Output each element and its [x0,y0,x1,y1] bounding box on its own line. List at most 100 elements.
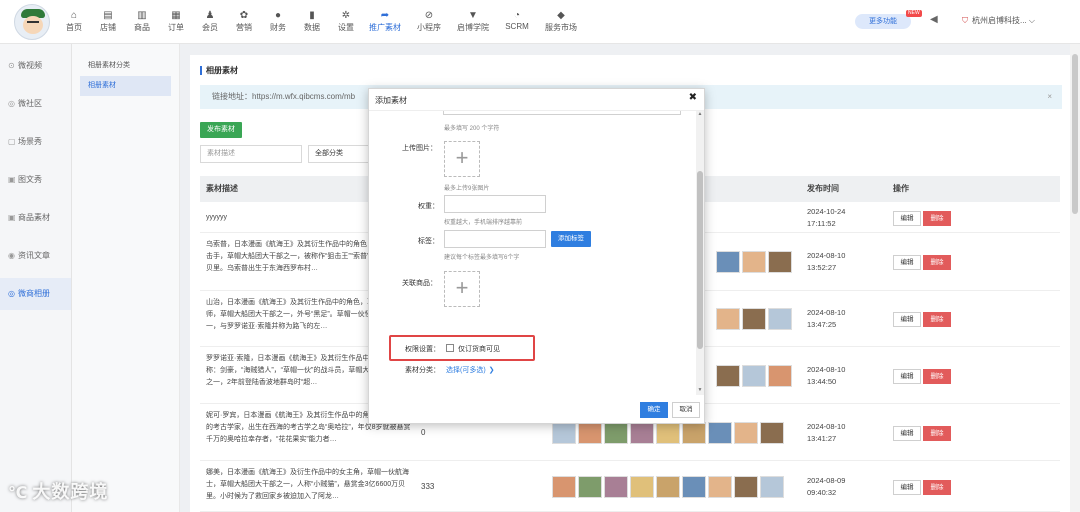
page-scrollbar[interactable] [1070,44,1080,512]
dialog-scroll-thumb[interactable] [697,171,703,349]
nav-item-9[interactable]: ➦ 推广素材 [364,0,406,44]
thumbnail-image[interactable] [768,308,792,330]
nav-item-12[interactable]: ◔ SCRM [496,0,538,44]
confirm-button[interactable]: 确定 [640,402,668,418]
nav-item-5[interactable]: ✿ 营销 [228,0,260,44]
sidebar-item-0[interactable]: ⊙ 微视频 [0,50,71,82]
permission-option-label[interactable]: 仅订货商可见 [458,346,500,353]
thumbnail-image[interactable] [578,422,602,444]
scene-icon: ▢ [8,137,16,146]
permission-label: 权限设置： [405,346,440,353]
close-icon[interactable]: ✖ [689,92,697,103]
delete-button[interactable]: 删除 [923,255,951,270]
row-date: 2024-08-10 [807,422,846,431]
description-textarea[interactable] [443,111,681,115]
scroll-up-arrow[interactable]: ▲ [696,111,704,117]
sidebar-item-1[interactable]: ◎ 微社区 [0,88,71,120]
home-icon: ⌂ [70,10,78,21]
upload-image-button[interactable]: + [444,141,480,177]
avatar-logo[interactable] [14,4,50,40]
subsidebar-item-1[interactable]: 相册素材 [80,76,171,96]
publish-material-button[interactable]: 发布素材 [200,122,242,138]
edit-button[interactable]: 编辑 [893,211,921,226]
subsidebar-item-0[interactable]: 相册素材分类 [80,56,171,76]
thumbnail-image[interactable] [708,476,732,498]
weight-input[interactable] [444,195,546,213]
nav-item-2[interactable]: ▥ 商品 [126,0,158,44]
thumbnail-image[interactable] [656,422,680,444]
table-row: 娜美，日本漫画《航海王》及衍生作品中的女主角，草帽一伙航海士，草帽大船团大干部之… [200,461,1060,512]
thumbnail-image[interactable] [682,422,706,444]
row-date: 2024-08-10 [807,365,846,374]
sidebar-item-3[interactable]: ▣ 图文秀 [0,164,71,196]
sidebar-item-2[interactable]: ▢ 场景秀 [0,126,71,158]
thumbnail-image[interactable] [708,422,732,444]
thumbnail-image[interactable] [552,476,576,498]
nav-item-6[interactable]: ● 财务 [262,0,294,44]
nav-item-label: 财务 [270,23,286,32]
category-filter-select[interactable]: 全部分类 [308,145,370,163]
thumbnail-image[interactable] [552,422,576,444]
nav-item-8[interactable]: ✲ 设置 [330,0,362,44]
delete-button[interactable]: 删除 [923,211,951,226]
page-scroll-thumb[interactable] [1072,54,1078,214]
edit-button[interactable]: 编辑 [893,480,921,495]
edit-button[interactable]: 编辑 [893,312,921,327]
thumbnail-image[interactable] [630,476,654,498]
thumbnail-image[interactable] [630,422,654,444]
row-date: 2024-08-10 [807,308,846,317]
chevron-down-icon: ⌵ [1028,16,1035,25]
nav-item-10[interactable]: ⊘ 小程序 [408,0,450,44]
thumbnail-image[interactable] [716,251,740,273]
add-related-goods-button[interactable]: + [444,271,480,307]
delete-button[interactable]: 删除 [923,369,951,384]
account-switcher[interactable]: ⛉ 杭州启博科技... ⌵ [962,15,1035,26]
nav-item-3[interactable]: ▦ 订单 [160,0,192,44]
delete-button[interactable]: 删除 [923,312,951,327]
thumbnail-image[interactable] [768,251,792,273]
thumbnail-image[interactable] [656,476,680,498]
thumbnail-image[interactable] [768,365,792,387]
edit-button[interactable]: 编辑 [893,255,921,270]
thumbnail-image[interactable] [742,251,766,273]
sidebar-item-5[interactable]: ◉ 资讯文章 [0,240,71,272]
nav-item-1[interactable]: ▤ 店铺 [92,0,124,44]
nav-item-13[interactable]: ◆ 服务市场 [540,0,582,44]
thumbnail-image[interactable] [604,422,628,444]
material-description-search[interactable]: 素材描述 [200,145,302,163]
thumbnail-image[interactable] [734,422,758,444]
edit-button[interactable]: 编辑 [893,369,921,384]
thumbnail-image[interactable] [682,476,706,498]
edit-button[interactable]: 编辑 [893,426,921,441]
thumbnail-image[interactable] [716,365,740,387]
dialog-scrollbar[interactable]: ▲ ▼ [696,111,704,395]
sidebar-item-6[interactable]: ◎ 微商相册 [0,278,71,310]
account-name: 杭州启博科技... [972,16,1027,25]
thumbnail-image[interactable] [734,476,758,498]
scroll-down-arrow[interactable]: ▼ [696,387,704,393]
chevron-down-icon[interactable]: ❯ [489,367,495,374]
row-clock: 13:44:50 [807,377,837,386]
thumbnail-image[interactable] [604,476,628,498]
delete-button[interactable]: 删除 [923,480,951,495]
thumbnail-image[interactable] [742,365,766,387]
sidebar-item-4[interactable]: ▣ 商品素材 [0,202,71,234]
speaker-icon[interactable]: ◀︎ [930,14,942,26]
thumbnail-image[interactable] [760,422,784,444]
more-features-button[interactable]: 更多功能 [855,14,911,29]
nav-item-7[interactable]: ▮ 数据 [296,0,328,44]
permission-checkbox[interactable] [446,344,454,352]
category-select[interactable]: 选择(可多选) [446,367,486,374]
thumbnail-image[interactable] [742,308,766,330]
delete-button[interactable]: 删除 [923,426,951,441]
thumbnail-image[interactable] [578,476,602,498]
nav-item-11[interactable]: ▼ 启博学院 [452,0,494,44]
add-tag-button[interactable]: 添加标签 [551,231,591,247]
close-icon[interactable]: × [1047,85,1052,109]
thumbnail-image[interactable] [760,476,784,498]
nav-item-0[interactable]: ⌂ 首页 [58,0,90,44]
cancel-button[interactable]: 取消 [672,402,700,418]
nav-item-4[interactable]: ♟ 会员 [194,0,226,44]
tag-input[interactable] [444,230,546,248]
thumbnail-image[interactable] [716,308,740,330]
